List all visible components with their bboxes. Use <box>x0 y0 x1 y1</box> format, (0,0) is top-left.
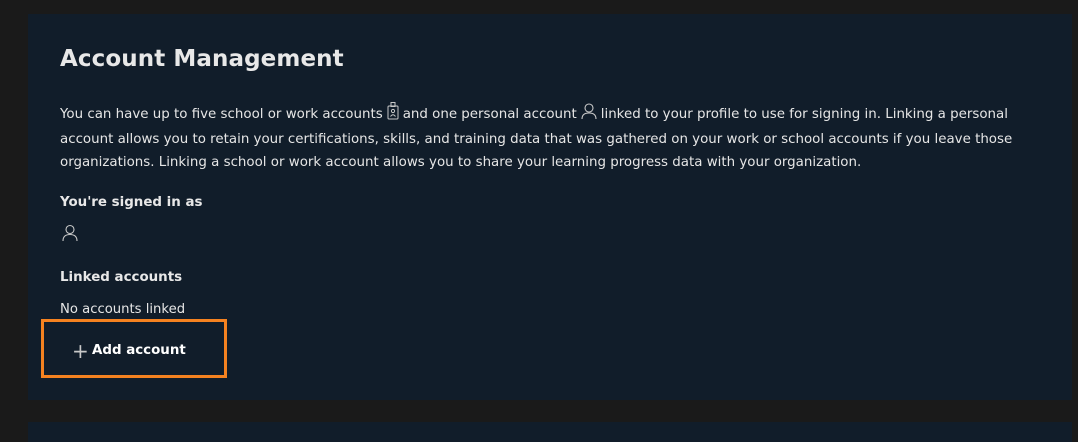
person-icon <box>581 103 597 128</box>
linked-accounts-label: Linked accounts <box>60 270 183 285</box>
plus-icon: + <box>72 339 89 363</box>
badge-icon <box>387 102 399 128</box>
linked-accounts-status: No accounts linked <box>60 302 186 317</box>
add-account-label: Add account <box>92 343 186 358</box>
page-title: Account Management <box>60 46 344 72</box>
account-description: You can have up to five school or work a… <box>60 102 1050 174</box>
description-part-2: and one personal account <box>402 107 577 122</box>
signed-in-label: You're signed in as <box>60 195 203 210</box>
description-part-1: You can have up to five school or work a… <box>60 107 383 122</box>
add-account-button[interactable]: + Add account <box>41 319 227 378</box>
next-card <box>28 422 1072 442</box>
signed-in-person-icon <box>62 224 78 246</box>
